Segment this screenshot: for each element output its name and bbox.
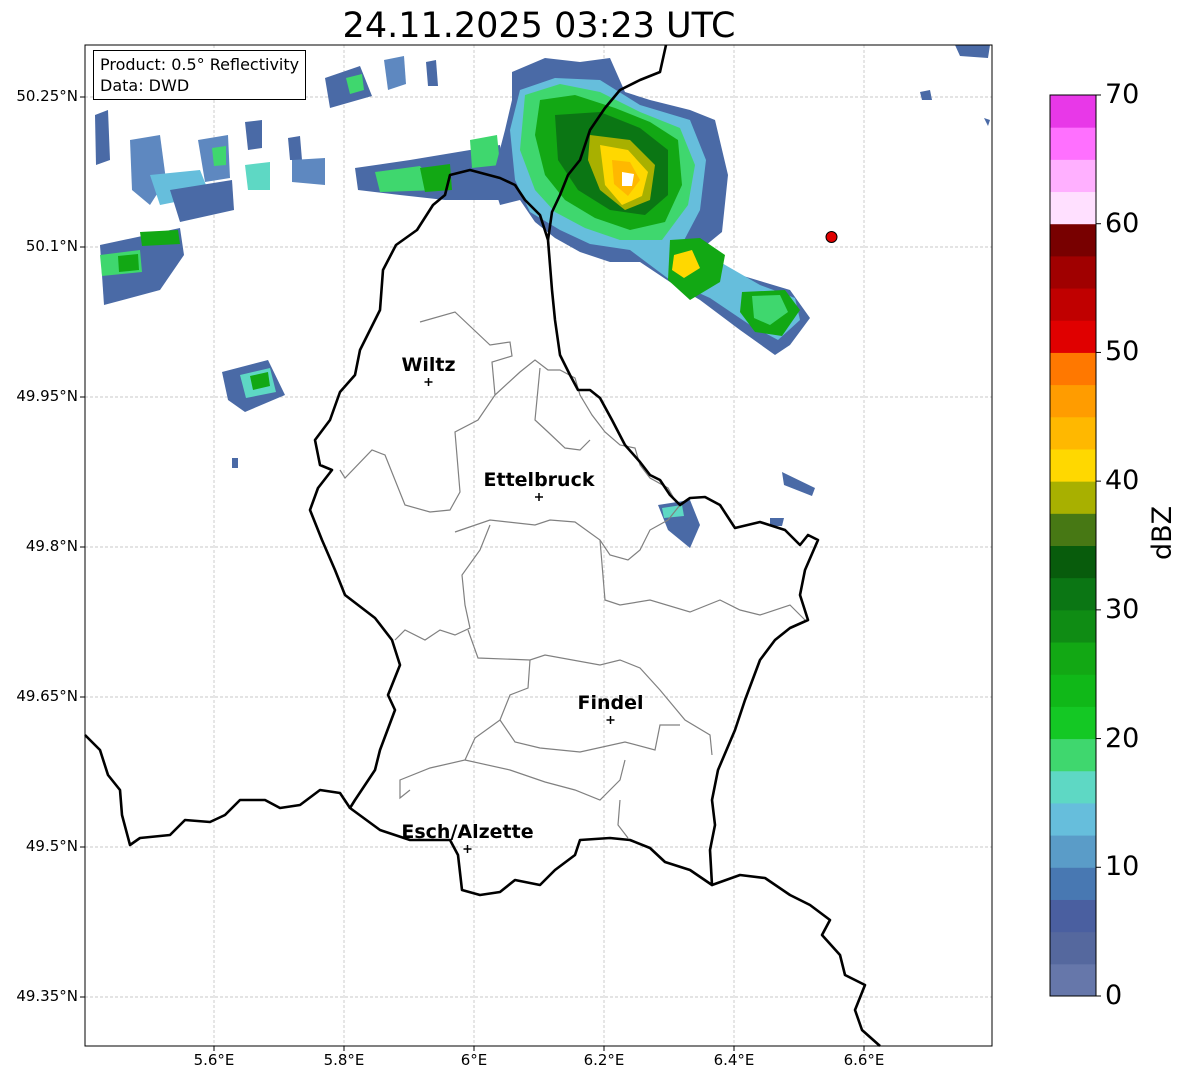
colorbar-segment	[1050, 802, 1096, 836]
lon-tick-label: 6.6°E	[843, 1051, 885, 1069]
radar-echo	[232, 458, 238, 468]
colorbar-tick-label: 30	[1105, 593, 1140, 625]
colorbar-segment	[1050, 481, 1096, 514]
radar-echo	[470, 135, 500, 168]
lat-tick-label: 49.8°N	[25, 537, 78, 555]
colorbar-tick-label: 50	[1105, 336, 1140, 368]
lat-tick-label: 49.35°N	[16, 987, 78, 1005]
colorbar-segment	[1050, 738, 1096, 772]
city-label: Ettelbruck	[483, 469, 595, 491]
colorbar-segment	[1050, 674, 1096, 707]
radar-echo	[95, 110, 110, 165]
colorbar-segment	[1050, 288, 1096, 321]
colorbar-segment	[1050, 95, 1096, 128]
radar-echo	[212, 146, 226, 166]
colorbar-segment	[1050, 770, 1096, 804]
lat-tick-label: 50.1°N	[25, 237, 78, 255]
colorbar-segment	[1050, 159, 1096, 193]
radar-echo	[140, 230, 180, 246]
colorbar-segment	[1050, 706, 1096, 740]
colorbar-segment	[1050, 320, 1096, 353]
radar-echo	[622, 172, 634, 186]
colorbar-segment	[1050, 545, 1096, 579]
city-label: Findel	[577, 692, 644, 714]
colorbar-segment	[1050, 963, 1096, 997]
colorbar-segment	[1050, 899, 1096, 933]
colorbar-segment	[1050, 609, 1096, 643]
colorbar-tick-label: 0	[1105, 980, 1123, 1011]
colorbar-segment	[1050, 127, 1096, 160]
lat-tick-label: 49.65°N	[16, 687, 78, 705]
radar-echo	[118, 254, 139, 272]
lon-tick-label: 5.6°E	[193, 1051, 235, 1069]
lat-tick-label: 49.5°N	[25, 837, 78, 855]
colorbar-tick-label: 10	[1105, 851, 1140, 883]
colorbar-segment	[1050, 835, 1096, 868]
lat-tick-label: 49.95°N	[16, 387, 78, 405]
radar-map	[80, 44, 1101, 1051]
colorbar-segment	[1050, 352, 1096, 386]
lat-tick-label: 50.25°N	[16, 87, 78, 105]
colorbar-segment	[1050, 867, 1096, 900]
colorbar-tick-label: 70	[1105, 79, 1140, 110]
lon-tick-label: 6.4°E	[713, 1051, 755, 1069]
colorbar-segment	[1050, 223, 1096, 257]
colorbar-segment	[1050, 931, 1096, 965]
lon-tick-label: 5.8°E	[323, 1051, 365, 1069]
colorbar-segment	[1050, 191, 1096, 225]
lon-tick-label: 6°E	[460, 1051, 488, 1069]
lon-tick-label: 6.2°E	[583, 1051, 625, 1069]
colorbar-tick-label: 40	[1105, 465, 1140, 497]
colorbar-segment	[1050, 448, 1096, 482]
radar-echo	[288, 136, 302, 160]
radar-site-marker	[825, 231, 838, 243]
radar-echo	[245, 120, 262, 150]
radar-echo	[426, 60, 438, 86]
colorbar	[1050, 94, 1101, 997]
radar-echo	[245, 162, 270, 190]
colorbar-segment	[1050, 255, 1096, 289]
radar-echo	[292, 158, 325, 185]
colorbar-tick-label: 60	[1105, 207, 1140, 239]
data-source-label: Data: DWD	[100, 76, 190, 95]
colorbar-segment	[1050, 384, 1096, 418]
colorbar-segment	[1050, 416, 1096, 450]
product-info-box: Product: 0.5° Reflectivity Data: DWD	[93, 50, 307, 100]
colorbar-segment	[1050, 577, 1096, 611]
city-label: Wiltz	[401, 354, 456, 376]
colorbar-segment	[1050, 513, 1096, 546]
colorbar-segment	[1050, 642, 1096, 675]
city-label: Esch/Alzette	[401, 821, 534, 843]
colorbar-tick-label: 20	[1105, 722, 1140, 754]
colorbar-label: dBZ	[1147, 505, 1178, 560]
product-label: Product: 0.5° Reflectivity	[100, 55, 300, 74]
